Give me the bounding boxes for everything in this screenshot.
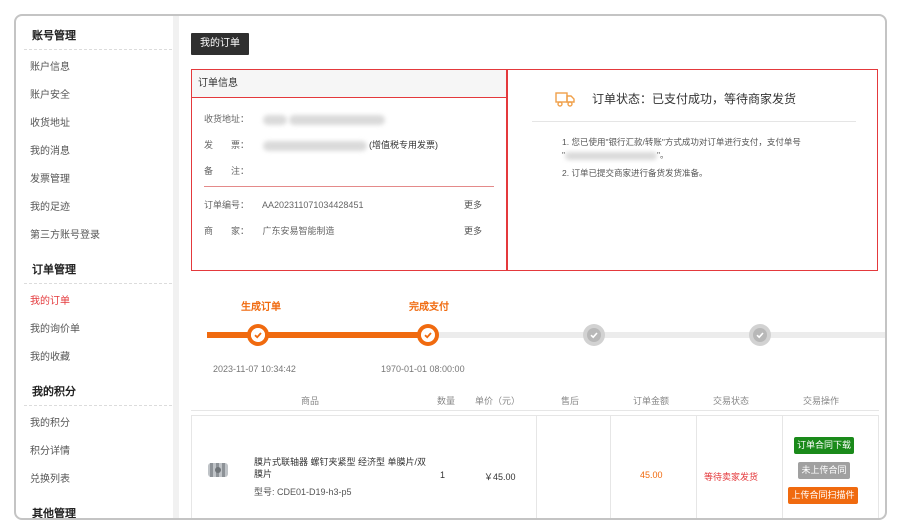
column-divider — [696, 416, 697, 518]
sidebar-item-footprints[interactable]: 我的足迹 — [24, 194, 172, 222]
sidebar: 账号管理 账户信息 账户安全 收货地址 我的消息 发票管理 我的足迹 第三方账号… — [24, 22, 172, 518]
more-link[interactable]: 更多 — [464, 224, 482, 237]
column-divider — [610, 416, 611, 518]
order-items-table: 商品 数量 单价（元） 售后 订单金额 交易状态 交易操作 膜片式联轴器 螺钉夹… — [191, 389, 879, 518]
step-created-node — [247, 324, 269, 346]
upload-contract-scan-button[interactable]: 上传合同扫描件 — [788, 487, 858, 504]
order-info-header: 订单信息 — [192, 70, 506, 98]
quantity-value: 1 — [440, 470, 446, 480]
remark-row: 备 注： — [204, 164, 260, 177]
column-divider — [782, 416, 783, 518]
sidebar-group-title: 我的积分 — [24, 378, 172, 406]
column-header-amount: 订单金额 — [633, 396, 670, 406]
main-content: 我的订单 订单信息 收货地址： 发 票： (增值税专用发票) 备 注： 订单编号… — [179, 16, 885, 518]
sidebar-item-my-inquiries[interactable]: 我的询价单 — [24, 316, 172, 344]
check-icon — [421, 328, 435, 342]
step-paid-node — [417, 324, 439, 346]
sidebar-item-account-security[interactable]: 账户安全 — [24, 82, 172, 110]
sidebar-item-favorites[interactable]: 我的收藏 — [24, 344, 172, 372]
check-icon — [753, 328, 767, 342]
delivery-truck-icon — [555, 92, 575, 107]
order-status-panel: 订单状态：已支付成功，等待商家发货 1. 您已使用"银行汇款/转账"方式成功对订… — [507, 69, 878, 271]
order-no-row: 订单编号： AA202311071034428451 — [204, 198, 363, 211]
tab-my-orders[interactable]: 我的订单 — [191, 33, 249, 55]
address-row: 收货地址： — [204, 112, 386, 125]
product-thumbnail[interactable] — [204, 456, 232, 484]
download-contract-button[interactable]: 订单合同下载 — [794, 437, 854, 454]
merchant-row: 商 家： 广东安易智能制造 — [204, 224, 335, 237]
column-header-unit-price: 单价（元） — [475, 396, 521, 406]
sidebar-item-redeem-list[interactable]: 兑换列表 — [24, 466, 172, 494]
sidebar-group-title: 订单管理 — [24, 256, 172, 284]
step-time-paid: 1970-01-01 08:00:00 — [381, 364, 465, 374]
sidebar-group-account: 账号管理 账户信息 账户安全 收货地址 我的消息 发票管理 我的足迹 第三方账号… — [24, 22, 172, 250]
address-label: 收货地址： — [204, 114, 250, 124]
table-row: 膜片式联轴器 螺钉夹紧型 经济型 单膜片/双膜片 型号: CDE01-D19-h… — [191, 415, 879, 518]
order-info-panel: 订单信息 收货地址： 发 票： (增值税专用发票) 备 注： 订单编号： AA2… — [191, 69, 507, 271]
sidebar-group-points: 我的积分 我的积分 积分详情 兑换列表 — [24, 378, 172, 494]
invoice-label: 发 票： — [204, 140, 250, 150]
status-note-2: 2. 订单已提交商家进行备货发货准备。 — [562, 168, 708, 178]
status-value: 等待卖家发货 — [704, 472, 759, 482]
info-divider — [204, 186, 494, 187]
product-model: 型号: CDE01-D19-h3-p5 — [254, 487, 352, 497]
order-no-value: AA202311071034428451 — [262, 200, 364, 210]
column-header-product: 商品 — [301, 396, 320, 406]
redacted-address — [289, 114, 386, 125]
merchant-value: 广东安易智能制造 — [262, 226, 335, 236]
invoice-type: (增值税专用发票) — [369, 140, 439, 150]
sidebar-group-orders: 订单管理 我的订单 我的询价单 我的收藏 — [24, 256, 172, 372]
sidebar-item-messages[interactable]: 我的消息 — [24, 138, 172, 166]
check-icon — [251, 328, 265, 342]
redacted-invoice — [262, 140, 367, 151]
progress-fill — [207, 332, 433, 338]
status-divider — [532, 121, 856, 122]
column-header-quantity: 数量 — [437, 396, 456, 406]
status-note-1: 1. 您已使用"银行汇款/转账"方式成功对订单进行支付，支付单号 — [562, 137, 801, 147]
column-header-status: 交易状态 — [713, 396, 750, 406]
sidebar-item-account-info[interactable]: 账户信息 — [24, 54, 172, 82]
sidebar-item-shipping-address[interactable]: 收货地址 — [24, 110, 172, 138]
check-icon — [587, 328, 601, 342]
order-progress: 生成订单 完成支付 2023-11-07 10:34:42 1970-01-01… — [191, 286, 885, 386]
step-label-created: 生成订单 — [241, 302, 281, 313]
sidebar-group-title: 账号管理 — [24, 22, 172, 50]
sidebar-item-third-party-login[interactable]: 第三方账号登录 — [24, 222, 172, 250]
step-label-paid: 完成支付 — [409, 302, 449, 313]
remark-label: 备 注： — [204, 166, 250, 176]
sidebar-item-invoices[interactable]: 发票管理 — [24, 166, 172, 194]
step-completed-node — [749, 324, 771, 346]
merchant-label: 商 家： — [204, 226, 250, 236]
window-frame: 账号管理 账户信息 账户安全 收货地址 我的消息 发票管理 我的足迹 第三方账号… — [14, 14, 887, 520]
sidebar-group-title: 其他管理 — [24, 500, 172, 518]
sidebar-item-points-detail[interactable]: 积分详情 — [24, 438, 172, 466]
sidebar-item-my-points[interactable]: 我的积分 — [24, 410, 172, 438]
invoice-row: 发 票： (增值税专用发票) — [204, 138, 438, 151]
sidebar-group-other: 其他管理 — [24, 500, 172, 518]
sidebar-item-my-orders[interactable]: 我的订单 — [24, 288, 172, 316]
column-header-actions: 交易操作 — [803, 396, 840, 406]
product-name[interactable]: 膜片式联轴器 螺钉夹紧型 经济型 单膜片/双膜片 — [254, 456, 426, 480]
amount-value: 45.00 — [640, 470, 663, 480]
quote-close: "。 — [657, 150, 669, 160]
more-link[interactable]: 更多 — [464, 198, 482, 211]
order-no-label: 订单编号： — [204, 200, 250, 210]
status-note-1-cont: " "。 — [562, 149, 669, 162]
redacted-payment-no — [565, 151, 658, 160]
order-status-title: 订单状态：已支付成功，等待商家发货 — [592, 92, 797, 106]
redacted-address — [262, 114, 287, 125]
column-divider — [536, 416, 537, 518]
unit-price-value: ￥45.00 — [484, 472, 516, 482]
contract-not-uploaded-button[interactable]: 未上传合同 — [798, 462, 850, 479]
step-shipped-node — [583, 324, 605, 346]
column-header-after-sale: 售后 — [561, 396, 580, 406]
step-time-created: 2023-11-07 10:34:42 — [213, 364, 296, 374]
table-header: 商品 数量 单价（元） 售后 订单金额 交易状态 交易操作 — [191, 389, 879, 411]
